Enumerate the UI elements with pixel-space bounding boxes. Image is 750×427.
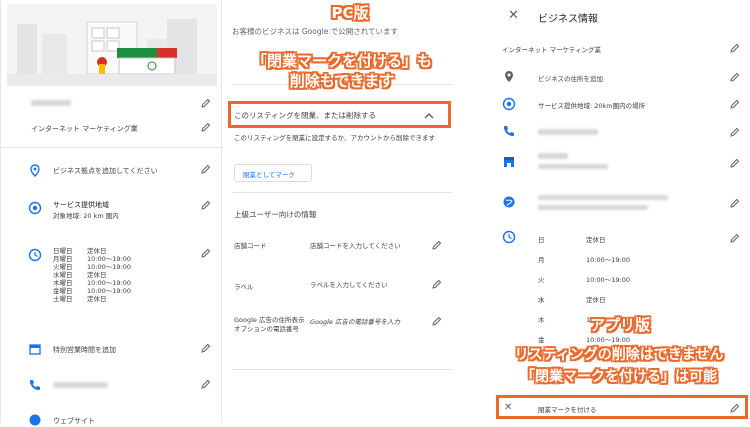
edit-location-icon[interactable] xyxy=(201,164,211,174)
add-address-text[interactable]: ビジネスの住所を追加 xyxy=(538,73,603,83)
app-highlight-box xyxy=(496,395,748,419)
hours-row: 日曜日 定休日 xyxy=(53,247,107,255)
close-icon[interactable]: ✕ xyxy=(508,8,519,23)
service-area-title: サービス提供地域 xyxy=(53,201,109,209)
app-callout-line1: リスティングの削除はできません xyxy=(514,347,724,363)
clock-icon xyxy=(28,248,42,262)
add-location-text[interactable]: ビジネス拠点を追加してください xyxy=(53,166,158,176)
business-subtext-blurred xyxy=(538,164,608,169)
app-version-label: アプリ版 xyxy=(589,316,650,334)
edit-service-area-icon[interactable] xyxy=(201,200,211,210)
hours-row: 火曜日 10:00〜19:00 xyxy=(53,263,131,271)
edit-website-icon[interactable] xyxy=(730,198,740,208)
category-text: インターネット マーケティング業 xyxy=(31,125,138,133)
edit-hours-icon[interactable] xyxy=(730,233,740,243)
app-callout-line2: 「閉業マークを付ける」は可能 xyxy=(521,369,717,385)
hours-row: 月曜日 10:00〜19:00 xyxy=(53,255,131,263)
ads-phone-value[interactable]: Google 広告の電話番号を入力 xyxy=(310,316,400,326)
edit-store-code-icon[interactable] xyxy=(432,240,442,250)
service-area-value: 対象地域: 20 km 圏内 xyxy=(53,212,119,220)
edit-address-icon[interactable] xyxy=(730,72,740,82)
label-field-value[interactable]: ラベルを入力してください xyxy=(310,279,388,289)
phone-number-blurred xyxy=(53,382,108,388)
hours-row: 月 10:00〜19:00 xyxy=(538,256,630,264)
website-url-blurred xyxy=(538,205,648,210)
pc-highlight-box xyxy=(228,101,451,128)
ads-phone-label: Google 広告の住所表示オプションの電話番号 xyxy=(234,316,305,333)
globe-icon xyxy=(502,195,516,209)
hours-row: 火 10:00〜19:00 xyxy=(538,276,630,284)
hours-list: 日曜日 定休日 月曜日 10:00〜19:00 火曜日 10:00〜19:00 水曜日… xyxy=(53,247,131,303)
clock-icon xyxy=(502,230,516,244)
edit-special-hours-icon[interactable] xyxy=(201,343,211,353)
location-pin-icon xyxy=(28,164,42,178)
hours-list: 日定休日 月 10:00〜19:00 火 10:00〜19:00 水定休日 木 10:… xyxy=(538,234,630,354)
hours-row: 日定休日 xyxy=(538,236,606,244)
globe-icon xyxy=(28,413,42,427)
hours-row: 水曜日 定休日 xyxy=(53,271,107,279)
pc-version-label: PC版 xyxy=(331,4,369,22)
business-name-blurred xyxy=(31,100,71,106)
divider xyxy=(1,147,223,148)
listing-close-desc: このリスティングを閉業に設定するか、アカウントから削除できます xyxy=(234,134,435,142)
edit-category-icon[interactable] xyxy=(201,122,211,132)
divider xyxy=(232,369,452,370)
store-code-label: 店舗コード xyxy=(234,242,267,250)
business-name-blurred xyxy=(538,153,568,159)
published-status: お客様のビジネスは Google で公開されています xyxy=(232,27,398,36)
website-text[interactable]: ウェブサイト xyxy=(53,416,95,426)
edit-business-icon[interactable] xyxy=(730,158,740,168)
category-text: インターネット マーケティング業 xyxy=(502,46,602,54)
edit-category-icon[interactable] xyxy=(730,43,740,53)
phone-number-blurred xyxy=(538,129,598,135)
edit-phone-icon[interactable] xyxy=(201,379,211,389)
cover-illustration xyxy=(7,4,217,86)
edit-name-icon[interactable] xyxy=(201,98,211,108)
divider xyxy=(232,192,452,193)
hours-row: 水定休日 xyxy=(538,296,606,304)
hours-row: 土曜日 定休日 xyxy=(53,295,107,303)
edit-service-area-icon[interactable] xyxy=(730,99,740,109)
label-field-label: ラベル xyxy=(234,283,254,291)
hours-row: 金曜日 10:00〜19:00 xyxy=(53,287,131,295)
edit-hours-icon[interactable] xyxy=(201,248,211,258)
service-area-text[interactable]: サービス提供地域: 20km圏内の場所 xyxy=(538,100,645,110)
edit-ads-phone-icon[interactable] xyxy=(432,316,442,326)
phone-icon xyxy=(502,124,516,138)
location-pin-icon xyxy=(502,70,516,84)
store-code-value[interactable]: 店舗コードを入力してください xyxy=(310,240,401,250)
mark-closed-button[interactable]: 閉業としてマーク xyxy=(234,164,312,182)
edit-label-icon[interactable] xyxy=(432,279,442,289)
phone-icon xyxy=(28,378,42,392)
hours-row: 木曜日 10:00〜19:00 xyxy=(53,279,131,287)
website-url-blurred xyxy=(538,195,668,200)
pc-callout-line1: 「閉業マークを付ける」も xyxy=(251,52,432,70)
left-panel: インターネット マーケティング業 ビジネス拠点を追加してください サービス提供地… xyxy=(0,0,223,426)
service-area-icon xyxy=(28,201,42,215)
service-area-icon xyxy=(502,97,516,111)
panel-title: ビジネス情報 xyxy=(538,14,598,25)
store-icon xyxy=(502,155,516,169)
pc-callout-line2: 削除もできます xyxy=(289,72,395,90)
calendar-icon xyxy=(28,342,42,356)
edit-phone-icon[interactable] xyxy=(730,127,740,137)
special-hours-text[interactable]: 特別営業時間を追加 xyxy=(53,345,116,355)
advanced-section-title: 上級ユーザー向けの情報 xyxy=(234,210,317,219)
